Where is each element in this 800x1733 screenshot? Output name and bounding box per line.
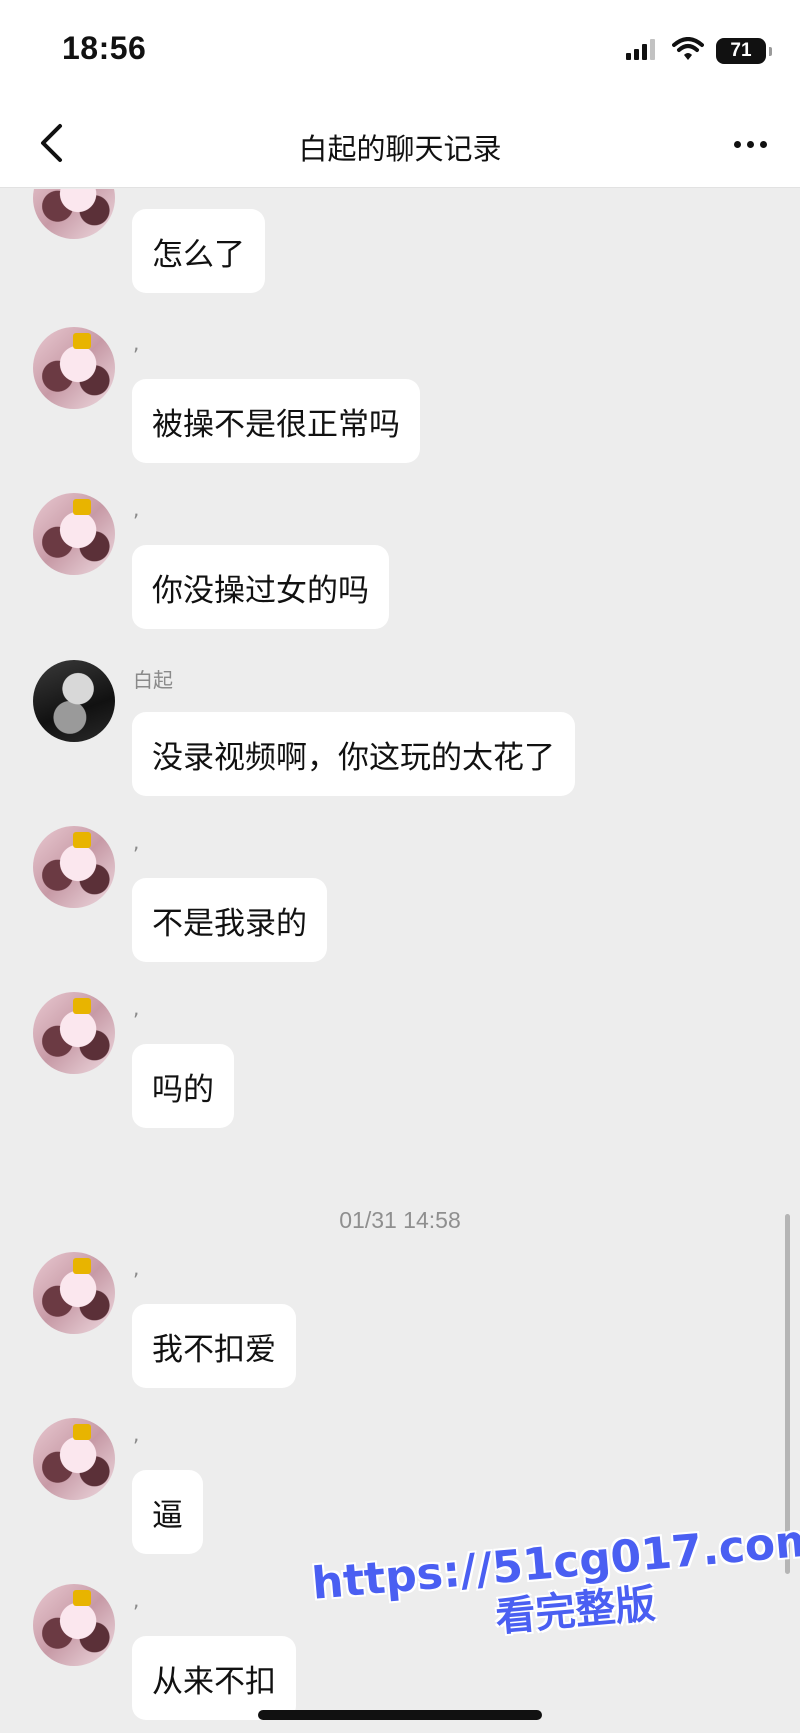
sender-name: , — [133, 1422, 140, 1446]
signal-icon — [626, 38, 660, 64]
avatar[interactable] — [33, 189, 115, 239]
message-bubble[interactable]: 我不扣爱 — [132, 1304, 296, 1388]
nav-bar: 白起的聊天记录 — [0, 100, 800, 188]
sender-name: , — [133, 1256, 140, 1280]
message: , 怎么了 — [0, 189, 800, 307]
home-indicator[interactable] — [258, 1710, 542, 1720]
battery-icon: 71 — [716, 38, 772, 64]
avatar[interactable] — [33, 826, 115, 908]
status-bar: 18:56 71 — [0, 0, 800, 100]
message-bubble[interactable]: 从来不扣 — [132, 1636, 296, 1720]
message: , 被操不是很正常吗 — [0, 327, 800, 477]
message-bubble[interactable]: 吗的 — [132, 1044, 234, 1128]
sender-name: , — [133, 830, 140, 854]
message: 白起 没录视频啊，你这玩的太花了 — [0, 660, 800, 810]
message-bubble[interactable]: 你没操过女的吗 — [132, 545, 389, 629]
message-bubble[interactable]: 逼 — [132, 1470, 203, 1554]
sender-name: , — [133, 497, 140, 521]
sender-name: 白起 — [133, 668, 173, 692]
sender-name: , — [133, 996, 140, 1020]
message: , 我不扣爱 — [0, 1252, 800, 1402]
avatar[interactable] — [33, 660, 115, 742]
status-time: 18:56 — [62, 30, 147, 66]
time-divider: 01/31 14:58 — [339, 1207, 461, 1233]
status-icons: 71 — [626, 36, 772, 66]
page-title: 白起的聊天记录 — [298, 132, 502, 166]
more-button[interactable] — [722, 124, 778, 164]
chat-history[interactable]: , 怎么了 , 被操不是很正常吗 , 你没操过女的吗 白起 没录视频啊，你这玩的… — [0, 189, 800, 1733]
avatar[interactable] — [33, 327, 115, 409]
avatar[interactable] — [33, 1584, 115, 1666]
avatar[interactable] — [33, 493, 115, 575]
avatar[interactable] — [33, 992, 115, 1074]
message: , 不是我录的 — [0, 826, 800, 976]
scroll-indicator[interactable] — [785, 1214, 790, 1574]
sender-name: , — [133, 1588, 140, 1612]
battery-level: 71 — [730, 40, 752, 61]
message-bubble[interactable]: 被操不是很正常吗 — [132, 379, 420, 463]
wifi-icon — [672, 37, 704, 65]
message: , 你没操过女的吗 — [0, 493, 800, 643]
message: , 逼 — [0, 1418, 800, 1568]
avatar[interactable] — [33, 1252, 115, 1334]
avatar[interactable] — [33, 1418, 115, 1500]
message-bubble[interactable]: 没录视频啊，你这玩的太花了 — [132, 712, 575, 796]
message: , 吗的 — [0, 992, 800, 1142]
sender-name: , — [133, 331, 140, 355]
message-bubble[interactable]: 怎么了 — [132, 209, 265, 293]
message-bubble[interactable]: 不是我录的 — [132, 878, 327, 962]
more-dots-icon — [733, 140, 767, 148]
